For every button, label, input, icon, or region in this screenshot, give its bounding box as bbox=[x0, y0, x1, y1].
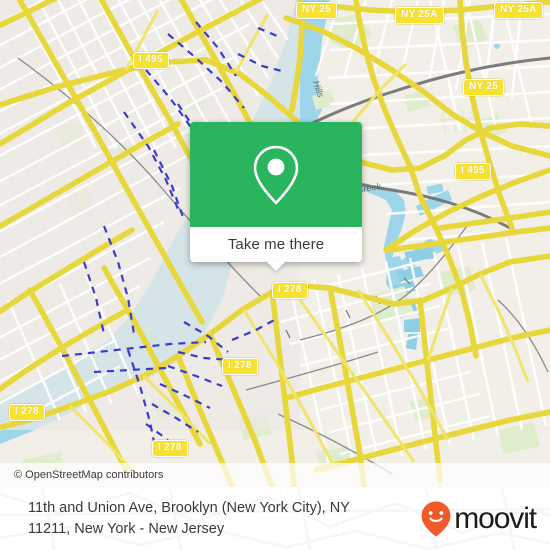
popup-pin-area bbox=[190, 122, 362, 227]
address-line-1: 11th and Union Ave, Brooklyn (New York C… bbox=[28, 499, 350, 516]
map-screenshot: NY 25 NY 25A NY 25A I 495 NY 25 I 495 I … bbox=[0, 0, 550, 550]
road-shield: I 278 bbox=[9, 404, 45, 421]
address-text: 11th and Union Ave, Brooklyn (New York C… bbox=[28, 498, 350, 540]
road-shield: NY 25 bbox=[463, 79, 505, 96]
moovit-wordmark: moovit bbox=[454, 501, 537, 535]
take-me-there-button[interactable]: Take me there bbox=[190, 227, 362, 271]
road-shield: I 495 bbox=[133, 52, 169, 69]
road-shield: NY 25A bbox=[395, 7, 444, 24]
map-attribution: © OpenStreetMap contributors bbox=[0, 463, 550, 487]
footer-bar: 11th and Union Ave, Brooklyn (New York C… bbox=[0, 487, 550, 550]
moovit-logo[interactable]: moovit bbox=[421, 501, 537, 537]
popup-pointer-tail bbox=[266, 261, 286, 271]
road-shield: NY 25A bbox=[494, 2, 543, 19]
road-shield: NY 25 bbox=[296, 2, 338, 19]
road-shield: I 495 bbox=[455, 163, 491, 180]
road-shield: I 278 bbox=[222, 358, 258, 375]
road-shield: I 278 bbox=[272, 282, 308, 299]
location-popup-card[interactable]: Take me there bbox=[190, 122, 362, 271]
map-pin-icon bbox=[253, 145, 299, 204]
address-line-2: 11211, New York - New Jersey bbox=[28, 520, 225, 537]
attribution-text: © OpenStreetMap contributors bbox=[14, 469, 164, 481]
take-me-there-label: Take me there bbox=[227, 236, 325, 253]
road-shield: I 278 bbox=[152, 440, 188, 457]
moovit-pin-smile-icon bbox=[421, 501, 451, 536]
